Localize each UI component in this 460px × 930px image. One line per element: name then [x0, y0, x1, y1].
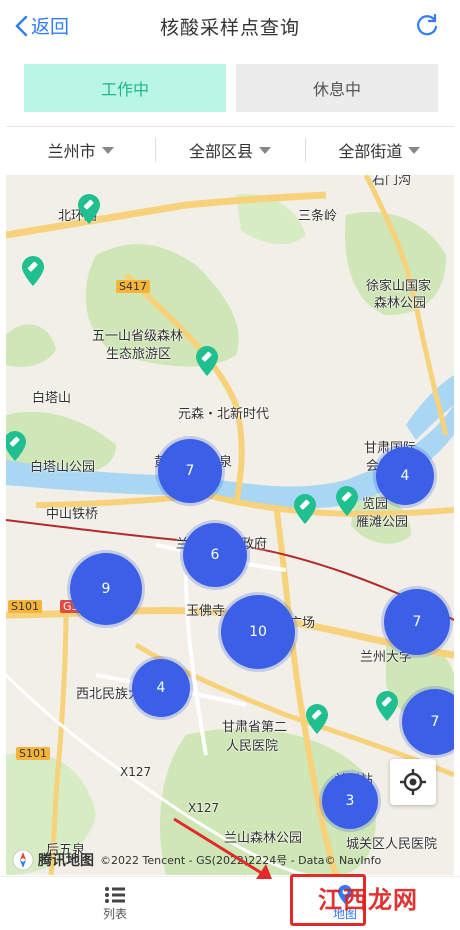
caret-down-icon — [408, 146, 421, 154]
watermark: 江西龙网 — [318, 886, 418, 914]
map-label: 中山铁桥 — [46, 507, 99, 522]
caret-down-icon — [101, 146, 114, 154]
sampling-point-pin[interactable] — [334, 485, 360, 517]
map-label: 白塔山公园 — [30, 460, 96, 475]
nav-list-label: 列表 — [102, 907, 127, 921]
sampling-point-pin[interactable] — [292, 493, 318, 525]
map-provider-logo: 腾讯地图 — [38, 853, 94, 869]
map-label: 森林公园 — [374, 296, 427, 311]
district-dropdown[interactable]: 全部区县 — [155, 130, 304, 170]
refresh-icon — [417, 13, 438, 36]
map-label: 三条岭 — [298, 209, 338, 224]
cluster-marker[interactable]: 4 — [376, 447, 434, 505]
annotation-arrow-icon — [173, 817, 272, 879]
tab-working[interactable]: 工作中 — [24, 64, 226, 112]
filter-bar: 兰州市 全部区县 全部街道 — [6, 130, 454, 170]
map-label: 雁滩公园 — [356, 515, 409, 530]
map-label: 五一山省级森林 — [92, 329, 184, 344]
cluster-marker[interactable]: 7 — [384, 589, 450, 655]
divider — [6, 126, 454, 127]
map-label: 石门沟 — [372, 175, 412, 188]
cluster-marker[interactable]: 7 — [158, 439, 222, 503]
header: 返回 核酸采样点查询 — [0, 0, 460, 52]
sampling-point-pin[interactable] — [194, 345, 220, 377]
back-button[interactable]: 返回 — [14, 12, 69, 39]
map-label: 元森・北新时代 — [178, 407, 270, 422]
road-shield: S417 — [116, 280, 150, 293]
map-label: 甘肃省第二 — [222, 720, 288, 735]
map-label: X127 — [120, 765, 152, 779]
refresh-button[interactable] — [414, 12, 440, 42]
street-label: 全部街道 — [338, 142, 403, 161]
map-label: 人民医院 — [226, 739, 279, 754]
list-icon — [105, 887, 125, 903]
sampling-point-pin[interactable] — [20, 255, 46, 287]
cluster-marker[interactable]: 9 — [70, 553, 142, 625]
back-label: 返回 — [31, 16, 70, 38]
tab-resting[interactable]: 休息中 — [236, 64, 438, 112]
city-label: 兰州市 — [47, 142, 96, 161]
cluster-marker[interactable]: 4 — [132, 659, 190, 717]
map-view[interactable]: 北环路 三条岭 徐家山国家 森林公园 S417 五一山省级森林 生态旅游区 白塔… — [6, 175, 454, 875]
road-shield: S101 — [16, 747, 50, 760]
street-dropdown[interactable]: 全部街道 — [304, 130, 454, 170]
chevron-left-icon — [15, 15, 28, 36]
sampling-point-pin[interactable] — [76, 193, 102, 225]
sampling-point-pin[interactable] — [304, 703, 330, 735]
map-label: X127 — [188, 801, 220, 815]
map-label: 生态旅游区 — [106, 347, 172, 362]
page-title: 核酸采样点查询 — [159, 16, 300, 39]
map-label: 玉佛寺 — [186, 604, 226, 619]
status-tabs: 工作中 休息中 — [24, 64, 438, 112]
road-shield: S101 — [8, 600, 42, 613]
cluster-marker[interactable]: 3 — [322, 773, 378, 829]
cluster-marker[interactable]: 6 — [183, 523, 247, 587]
city-dropdown[interactable]: 兰州市 — [6, 130, 155, 170]
compass-icon — [12, 849, 34, 871]
district-label: 全部区县 — [188, 142, 253, 161]
crosshair-icon — [400, 769, 426, 795]
locate-button[interactable] — [390, 759, 436, 805]
map-label: 白塔山 — [32, 391, 72, 406]
caret-down-icon — [259, 146, 271, 154]
sampling-point-pin[interactable] — [6, 430, 28, 462]
cluster-marker[interactable]: 10 — [221, 595, 295, 669]
sampling-point-pin[interactable] — [374, 690, 400, 722]
